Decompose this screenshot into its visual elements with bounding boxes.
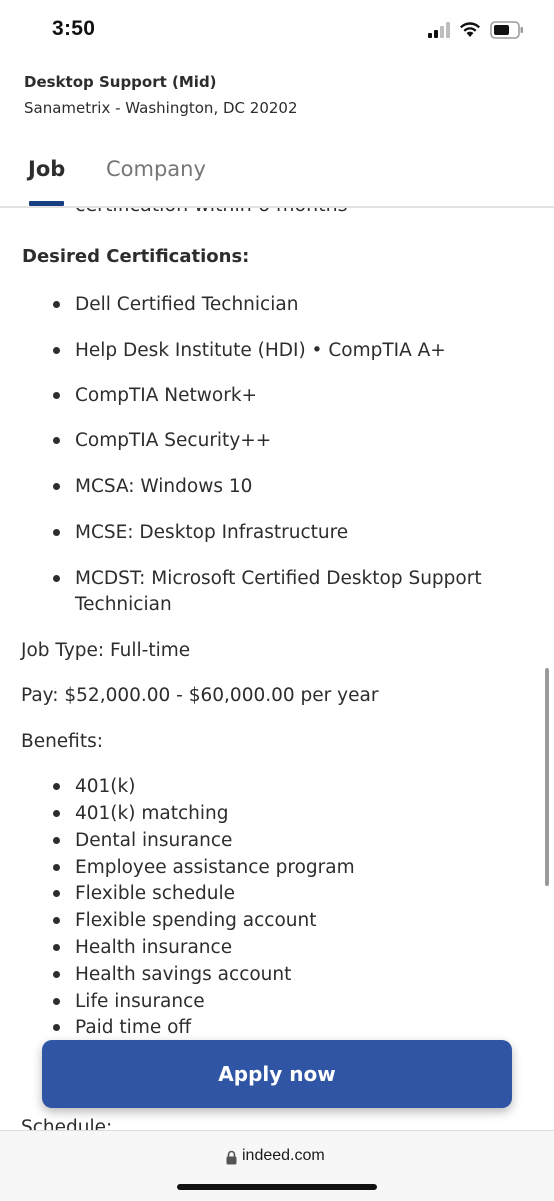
scrollbar[interactable] [545,668,549,886]
list-item: CompTIA Security++ [52,427,271,454]
job-location: Sanametrix - Washington, DC 20202 [24,99,298,117]
status-bar: 3:50 [0,0,554,62]
status-time: 3:50 [52,17,96,40]
list-item: MCSE: Desktop Infrastructure [52,519,348,546]
list-item: 401(k) matching [52,800,228,827]
job-description[interactable]: certification within 6 months Desired Ce… [0,208,554,1130]
list-item: Help Desk Institute (HDI) • CompTIA A+ [53,337,446,364]
list-item: Flexible spending account [53,907,317,934]
benefits-heading: Benefits: [21,731,103,752]
pay-range: Pay: $52,000.00 - $60,000.00 per year [21,685,379,706]
list-item: CompTIA Network+ [52,382,257,409]
browser-url-bar[interactable]: indeed.com [0,1130,554,1201]
wifi-icon [460,22,480,37]
list-item: Health insurance [52,934,232,961]
list-item: MCSA: Windows 10 [52,473,252,500]
job-type: Job Type: Full-time [21,640,191,661]
list-item-continuation: Technician [75,594,172,615]
list-item: Life insurance [53,988,205,1015]
list-item: MCDST: Microsoft Certified Desktop Suppo… [53,565,482,592]
list-item: Dental insurance [52,827,232,854]
list-item: Paid time off [52,1014,191,1041]
job-title: Desktop Support (Mid) [24,73,217,91]
list-item: Employee assistance program [53,854,355,881]
cellular-signal-icon [428,22,450,38]
tab-job[interactable]: Job [28,157,65,181]
battery-icon [490,21,523,39]
list-item: Flexible schedule [53,880,235,907]
home-indicator[interactable] [177,1184,377,1190]
lock-icon [226,1150,237,1165]
list-item: Dell Certified Technician [52,291,298,318]
schedule-heading: Schedule: [21,1117,113,1130]
desired-certifications-heading: Desired Certifications: [22,246,250,267]
clipped-text-line: certification within 6 months [75,208,348,216]
tab-company[interactable]: Company [106,157,206,181]
list-item: Health savings account [52,961,291,988]
apply-now-button[interactable]: Apply now [42,1040,512,1108]
list-item: 401(k) [52,773,135,800]
url-text[interactable]: indeed.com [242,1147,325,1165]
